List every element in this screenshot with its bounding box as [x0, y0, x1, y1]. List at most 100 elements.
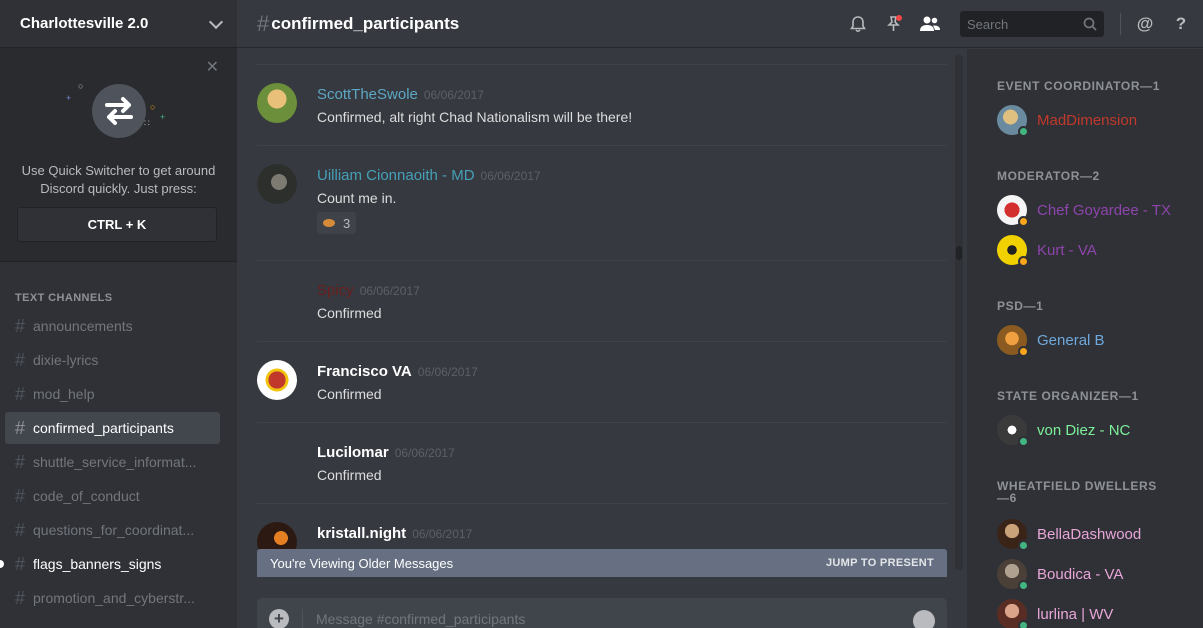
message-group: Francisco VA 06/06/2017 Confirmed [257, 341, 947, 422]
channel-sidebar: Charlottesville 2.0 ✕ ○ + ○ + ∷ Use Quic… [0, 0, 237, 628]
member-name: General B [1037, 331, 1105, 349]
divider [1120, 13, 1121, 35]
avatar[interactable] [257, 360, 297, 400]
avatar[interactable] [257, 164, 297, 204]
older-messages-label: You're Viewing Older Messages [270, 555, 454, 571]
message-author[interactable]: ScottTheSwole [317, 86, 418, 103]
scrollbar-track[interactable] [955, 55, 963, 570]
server-header[interactable]: Charlottesville 2.0 [0, 0, 237, 48]
message-timestamp: 06/06/2017 [423, 88, 484, 102]
reaction-button[interactable]: 3 [317, 212, 357, 234]
member-item[interactable]: MadDimension [997, 100, 1137, 140]
decor-dot-icon: ○ [78, 81, 84, 91]
message-author[interactable]: Spicy [317, 282, 354, 299]
hash-icon: # [257, 10, 270, 36]
member-item[interactable]: BellaDashwood [997, 514, 1141, 554]
chevron-down-icon[interactable] [208, 14, 224, 29]
role-header: PSD—1 [997, 299, 1044, 313]
channel-item[interactable]: # code_of_conduct [5, 480, 220, 512]
role-header: MODERATOR—2 [997, 169, 1100, 183]
avatar [997, 235, 1029, 267]
avatar [997, 105, 1029, 137]
member-name: lurlina | WV [1037, 605, 1114, 623]
message-author[interactable]: Francisco VA [317, 363, 412, 380]
message-author[interactable]: Lucilomar [317, 444, 389, 461]
upload-plus-icon[interactable]: + [269, 609, 289, 628]
search-box [960, 11, 1104, 37]
message-group: Lucilomar 06/06/2017 Confirmed [257, 422, 947, 503]
message-list: ScottTheSwole 06/06/2017 Confirmed, alt ri… [237, 49, 965, 579]
channel-name: code_of_conduct [33, 488, 140, 504]
message-body: ScottTheSwole 06/06/2017 Confirmed, alt ri… [317, 86, 632, 125]
bell-icon[interactable] [846, 12, 870, 36]
status-indicator [1018, 346, 1029, 357]
close-icon[interactable]: ✕ [206, 60, 219, 76]
channel-name: confirmed_participants [33, 420, 174, 436]
member-item[interactable]: lurlina | WV [997, 594, 1113, 628]
hash-icon: # [15, 451, 26, 472]
member-name: BellaDashwood [1037, 525, 1142, 543]
member-item[interactable]: Chef Goyardee - TX [997, 190, 1171, 230]
jump-to-present-button[interactable]: JUMP TO PRESENT [826, 557, 934, 569]
members-icon[interactable] [918, 12, 942, 36]
help-icon[interactable]: ? [1169, 12, 1193, 36]
member-name: MadDimension [1037, 111, 1138, 129]
status-indicator [1018, 436, 1029, 447]
decor-plus-icon: + [160, 112, 166, 122]
older-messages-bar: You're Viewing Older Messages JUMP TO PR… [257, 549, 947, 577]
channel-item[interactable]: # dixie-lyrics [5, 344, 220, 376]
message-body: Uilliam Cionnaoith - MD 06/06/2017 Count m… [317, 167, 541, 234]
message-header: Spicy 06/06/2017 [317, 282, 420, 302]
message-author[interactable]: Uilliam Cionnaoith - MD [317, 167, 475, 184]
quick-switcher-shortcut[interactable]: CTRL + K [17, 207, 217, 242]
avatar[interactable] [257, 83, 297, 123]
channel-header: # confirmed_participants @ ? [237, 0, 1203, 48]
hash-icon: # [15, 417, 26, 438]
hash-icon: # [15, 383, 26, 404]
search-input[interactable] [967, 16, 1077, 32]
message-author[interactable]: kristall.night [317, 525, 406, 542]
message-text: Count me in. [317, 190, 397, 206]
role-header: EVENT COORDINATOR—1 [997, 79, 1160, 93]
hash-icon: # [15, 519, 26, 540]
status-indicator [1018, 540, 1029, 551]
message-timestamp: 06/06/2017 [359, 284, 420, 298]
message-header: Uilliam Cionnaoith - MD 06/06/2017 [317, 167, 541, 187]
status-indicator [1018, 620, 1029, 628]
hash-icon: # [15, 315, 26, 336]
avatar [997, 195, 1029, 227]
channel-item[interactable]: # flags_banners_signs [0, 548, 220, 580]
channel-item[interactable]: # shuttle_service_informat... [5, 446, 220, 478]
message-timestamp: 06/06/2017 [412, 527, 473, 541]
search-icon[interactable] [1083, 17, 1097, 31]
message-input[interactable] [316, 611, 896, 627]
channel-name: announcements [33, 318, 133, 334]
channel-item[interactable]: # announcements [5, 310, 220, 342]
mention-icon[interactable]: @ [1133, 12, 1157, 36]
member-item[interactable]: General B [997, 320, 1105, 360]
channel-item[interactable]: # confirmed_participants [5, 412, 220, 444]
message-body: kristall.night 06/06/2017 [317, 525, 472, 545]
message-timestamp: 06/06/2017 [480, 169, 541, 183]
message-text: Confirmed [317, 467, 382, 483]
emoji-picker-icon[interactable] [913, 610, 935, 628]
channel-item[interactable]: # questions_for_coordinat... [5, 514, 220, 546]
channel-name: questions_for_coordinat... [33, 522, 195, 538]
channel-list: # announcements # dixie-lyrics # mod_help # con… [0, 310, 237, 614]
avatar [997, 559, 1029, 591]
role-header: STATE ORGANIZER—1 [997, 389, 1139, 403]
channel-item[interactable]: # mod_help [5, 378, 220, 410]
scrollbar-thumb[interactable] [956, 246, 962, 260]
member-list: EVENT COORDINATOR—1 MadDimension MODERATOR… [967, 49, 1203, 628]
channel-item[interactable]: # promotion_and_cyberstr... [5, 582, 220, 614]
role-header: WHEATFIELD DWELLERS—6 [997, 479, 1157, 505]
member-item[interactable]: von Diez - NC [997, 410, 1130, 450]
message-timestamp: 06/06/2017 [394, 446, 455, 460]
member-item[interactable]: Kurt - VA [997, 230, 1097, 270]
message-group: Spicy 06/06/2017 Confirmed [257, 260, 947, 341]
channel-category[interactable]: TEXT CHANNELS [15, 292, 237, 304]
member-item[interactable]: Boudica - VA [997, 554, 1123, 594]
message-composer: + [257, 598, 947, 628]
pin-icon[interactable] [882, 12, 906, 36]
status-indicator [1018, 126, 1029, 137]
